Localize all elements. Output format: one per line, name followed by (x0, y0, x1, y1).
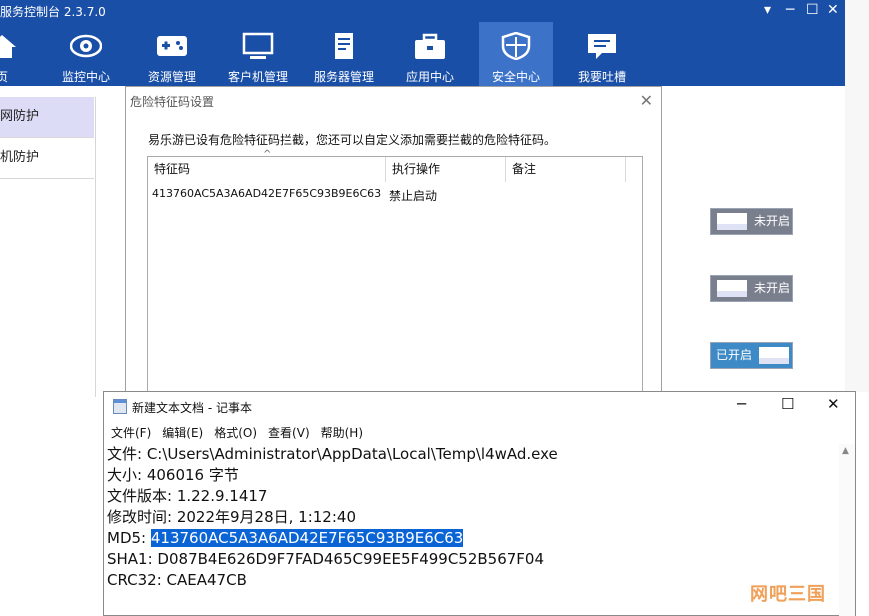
sidebar-item-machine-protection[interactable]: 机防护 (0, 138, 94, 179)
column-header-note[interactable]: 备注 (506, 157, 626, 182)
nav-resource-management[interactable]: 资源管理 (142, 22, 202, 86)
watermark-logo: 网吧三国 (750, 584, 826, 605)
toggle-switch-2[interactable]: 未开启 (710, 275, 793, 302)
menu-view[interactable]: 查看(V) (268, 426, 310, 440)
notepad-close-button[interactable]: ✕ (827, 395, 840, 413)
maximize-button[interactable]: ☐ (806, 2, 819, 18)
text-line-version: 文件版本: 1.22.9.1417 (107, 487, 268, 505)
signature-settings-dialog: 危险特征码设置 ✕ 易乐游已设有危险特征码拦截，您还可以自定义添加需要拦截的危险… (125, 86, 662, 416)
notepad-window: 新建文本文档 - 记事本 ─ ☐ ✕ 文件(F) 编辑(E) 格式(O) 查看(V) 帮… (103, 391, 856, 616)
column-header-action[interactable]: 执行操作 (386, 157, 506, 182)
text-line-file: 文件: C:\Users\Administrator\AppData\Local… (107, 445, 558, 463)
toggle-knob (717, 280, 747, 297)
nav-client-management[interactable]: 客户机管理 (223, 22, 293, 86)
text-line-sha1: SHA1: D087B4E626D9F7FAD465C99EE5F499C52B… (107, 550, 545, 568)
nav-feedback[interactable]: 我要吐槽 (572, 22, 632, 86)
monitor-icon (242, 32, 274, 59)
chat-icon (588, 34, 616, 59)
server-icon (335, 33, 353, 59)
sidebar-item-network-protection[interactable]: 网防护 (0, 97, 94, 138)
notepad-maximize-button[interactable]: ☐ (781, 395, 794, 413)
menu-file[interactable]: 文件(F) (111, 426, 151, 440)
toggle-knob (717, 213, 747, 230)
scroll-up-icon[interactable]: ▲ (842, 446, 849, 456)
nav-label: 服务器管理 (313, 70, 374, 84)
nav-security-center[interactable]: 安全中心 (479, 22, 553, 86)
text-line-modified: 修改时间: 2022年9月28日, 1:12:40 (107, 508, 356, 526)
eye-icon (70, 34, 102, 58)
app-header: 服务控制台 2.3.7.0 ▾ ─ ☐ ✕ 页 监控中心 资源管理 客户机管理 … (0, 0, 845, 86)
nav-label: 应用中心 (405, 70, 454, 84)
gamepad-icon (157, 36, 187, 56)
toggle-switch-3[interactable]: 已开启 (710, 342, 793, 369)
toggle-label: 已开启 (716, 348, 753, 362)
text-line-size: 大小: 406016 字节 (107, 466, 239, 484)
sidebar: 网防护 机防护 (0, 97, 96, 397)
toggle-knob (759, 347, 789, 364)
column-header-code[interactable]: 特征码 (148, 157, 386, 182)
menu-format[interactable]: 格式(O) (214, 426, 257, 440)
nav-label: 监控中心 (61, 70, 110, 84)
shield-icon (501, 32, 531, 60)
right-edge (845, 0, 869, 392)
notepad-text-area[interactable]: 文件: C:\Users\Administrator\AppData\Local… (107, 444, 558, 591)
home-icon (0, 35, 16, 58)
menu-edit[interactable]: 编辑(E) (162, 426, 203, 440)
md5-selected-value: 413760AC5A3A6AD42E7F65C93B9E6C63 (150, 529, 464, 547)
notepad-title: 新建文本文档 - 记事本 (132, 401, 252, 415)
dialog-title: 危险特征码设置 (130, 95, 215, 109)
toggle-switch-1[interactable]: 未开启 (710, 208, 793, 235)
cell-code: 413760AC5A3A6AD42E7F65C93B9E6C63 (152, 187, 382, 200)
app-title: 服务控制台 2.3.7.0 (0, 5, 106, 19)
notepad-menu-bar: 文件(F) 编辑(E) 格式(O) 查看(V) 帮助(H) (111, 424, 374, 441)
dialog-close-icon[interactable]: ✕ (640, 91, 653, 110)
toggle-label: 未开启 (754, 281, 791, 295)
nav-monitor-center[interactable]: 监控中心 (56, 22, 116, 86)
md5-label: MD5: (107, 529, 151, 547)
nav-label: 安全中心 (491, 70, 540, 84)
notepad-minimize-button[interactable]: ─ (737, 395, 746, 413)
nav-label: 资源管理 (147, 70, 196, 84)
notepad-scrollbar[interactable]: ▲ (839, 444, 855, 616)
menu-dropdown-icon[interactable]: ▾ (764, 2, 771, 18)
menu-help[interactable]: 帮助(H) (321, 426, 363, 440)
toolbox-icon (415, 33, 445, 59)
signature-table: ^ 特征码 执行操作 备注 413760AC5A3A6AD42E7F65C93B… (147, 149, 643, 416)
nav-server-management[interactable]: 服务器管理 (309, 22, 379, 86)
cell-action: 禁止启动 (389, 189, 438, 203)
text-line-crc32: CRC32: CAEA47CB (107, 571, 247, 589)
nav-label: 我要吐槽 (577, 70, 626, 84)
minimize-button[interactable]: ─ (786, 2, 794, 18)
nav-home[interactable]: 页 (0, 22, 22, 86)
nav-label: 客户机管理 (227, 70, 288, 84)
nav-app-center[interactable]: 应用中心 (400, 22, 460, 86)
toggle-label: 未开启 (754, 214, 791, 228)
text-line-md5: MD5: 413760AC5A3A6AD42E7F65C93B9E6C63 (107, 528, 558, 549)
notepad-icon (113, 399, 127, 414)
nav-label: 页 (0, 70, 9, 84)
close-button[interactable]: ✕ (827, 2, 839, 18)
dialog-description: 易乐游已设有危险特征码拦截，您还可以自定义添加需要拦截的危险特征码。 (148, 133, 557, 147)
